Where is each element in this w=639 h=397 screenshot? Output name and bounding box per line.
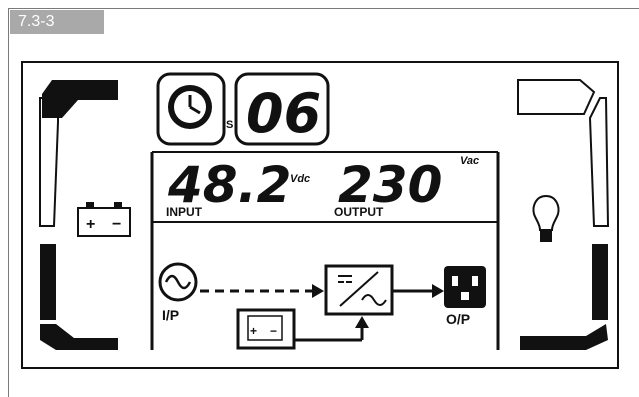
output-voltage-unit: Vac xyxy=(460,155,479,167)
svg-text:−: − xyxy=(270,324,277,338)
svg-text:+: + xyxy=(86,216,95,233)
output-flow-label: O/P xyxy=(446,311,470,327)
battery-icon: + − xyxy=(77,202,131,237)
load-gauge-right xyxy=(517,79,610,350)
ac-source-icon xyxy=(158,262,198,302)
input-label: INPUT xyxy=(166,205,203,219)
outlet-icon xyxy=(444,266,486,308)
clock-icon xyxy=(156,72,226,146)
seconds-unit: S xyxy=(226,119,233,131)
inverter-icon xyxy=(324,264,394,316)
output-label: OUTPUT xyxy=(334,205,384,219)
svg-text:+: + xyxy=(250,324,257,338)
bulb-icon xyxy=(532,194,560,242)
seconds-value: 06 xyxy=(246,82,321,145)
flow-battery-icon: + − xyxy=(236,308,296,350)
svg-text:−: − xyxy=(112,216,121,233)
input-flow-label: I/P xyxy=(162,307,179,323)
lcd-display: S 06 48.2 Vdc INPUT 230 Vac OUTPUT + − I… xyxy=(21,61,619,369)
input-voltage-unit: Vdc xyxy=(290,173,310,185)
